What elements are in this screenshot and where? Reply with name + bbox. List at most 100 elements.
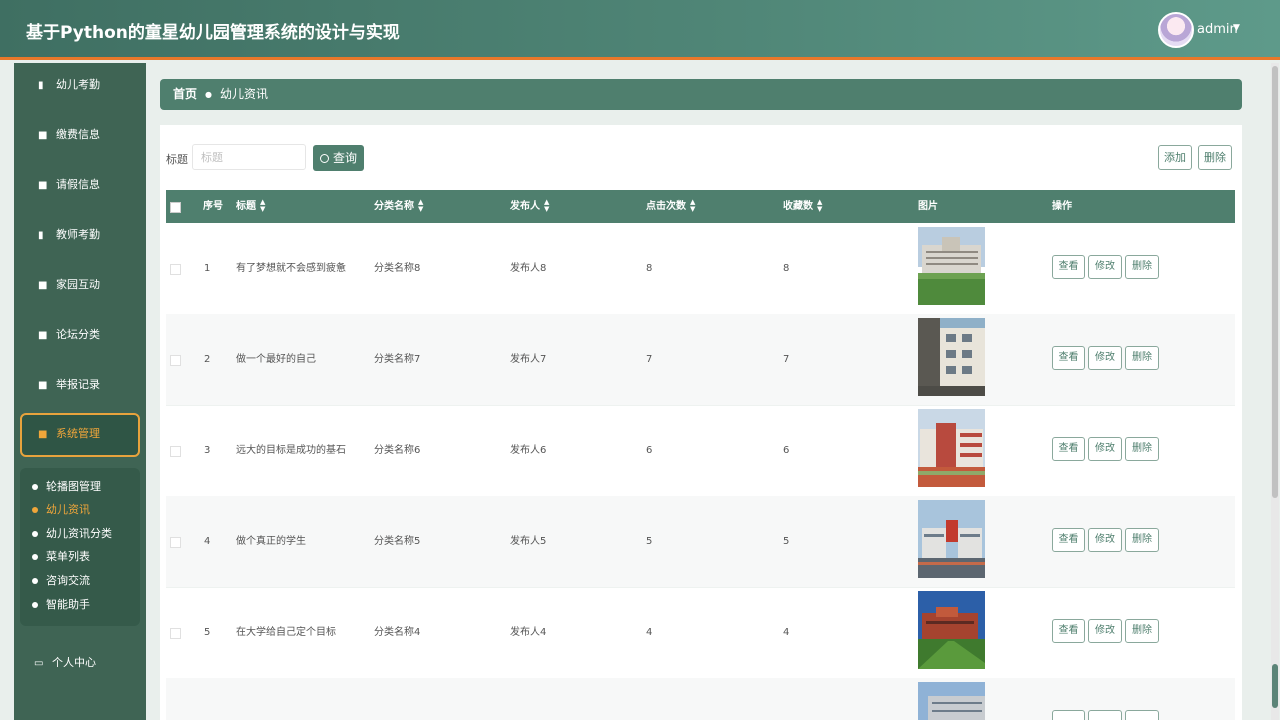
submenu-item-menu-list[interactable]: 菜单列表: [32, 547, 90, 567]
breadcrumb-home[interactable]: 首页: [173, 87, 197, 101]
submenu-item-news-category[interactable]: 幼儿资讯分类: [32, 524, 112, 544]
sidebar-item-forum-category[interactable]: ■ 论坛分类: [20, 315, 140, 355]
add-button[interactable]: 添加: [1158, 145, 1192, 170]
view-button[interactable]: 查看: [1052, 437, 1085, 461]
submenu-item-carousel[interactable]: 轮播图管理: [32, 477, 101, 497]
scroll-to-top-handle[interactable]: [1272, 664, 1278, 708]
submenu-label: 幼儿资讯分类: [46, 527, 112, 540]
submenu-label: 智能助手: [46, 598, 90, 611]
edit-button[interactable]: 修改: [1088, 255, 1122, 279]
cell-no: 4: [204, 536, 211, 547]
sidebar-item-home-school[interactable]: ■ 家园互动: [20, 265, 140, 305]
sidebar-item-leave[interactable]: ■ 请假信息: [20, 165, 140, 205]
sidebar-item-label: 请假信息: [56, 178, 100, 191]
cell-publisher: 发布人8: [510, 263, 547, 274]
chevron-down-icon[interactable]: ▼: [1233, 23, 1240, 33]
dot-icon: [32, 484, 38, 490]
news-thumbnail[interactable]: [918, 318, 985, 396]
search-button[interactable]: 查询: [313, 145, 364, 171]
scrollbar-thumb[interactable]: [1272, 66, 1278, 498]
sidebar-item-payment[interactable]: ■ 缴费信息: [20, 115, 140, 155]
table-row: 2 做一个最好的自己 分类名称7 发布人7 7 7 查看 修改 删除: [166, 314, 1235, 406]
view-button[interactable]: 查看: [1052, 255, 1085, 279]
grid-icon: ■: [38, 429, 48, 440]
delete-button[interactable]: 删除: [1125, 619, 1159, 643]
delete-button[interactable]: 删除: [1125, 437, 1159, 461]
sidebar-item-label: 论坛分类: [56, 328, 100, 341]
search-label: 标题: [166, 153, 188, 166]
sidebar-item-personal[interactable]: ▭ 个人中心: [20, 643, 140, 683]
col-header-favorites[interactable]: 收藏数 ▲ ▼: [783, 190, 822, 223]
col-header-title[interactable]: 标题 ▲ ▼: [236, 190, 265, 223]
book-icon: ▮: [38, 230, 44, 241]
view-button[interactable]: [1052, 710, 1085, 720]
cell-favorites: 4: [783, 627, 790, 638]
edit-button[interactable]: 修改: [1088, 619, 1122, 643]
news-thumbnail[interactable]: [918, 591, 985, 669]
book-icon: ▮: [38, 80, 44, 91]
breadcrumb: 首页 ● 幼儿资讯: [160, 79, 1242, 110]
row-checkbox[interactable]: [170, 537, 181, 548]
row-checkbox[interactable]: [170, 355, 181, 366]
user-avatar[interactable]: [1158, 12, 1194, 48]
sort-icon[interactable]: ▲ ▼: [260, 199, 265, 213]
row-checkbox[interactable]: [170, 446, 181, 457]
col-header-clicks[interactable]: 点击次数 ▲ ▼: [646, 190, 695, 223]
delete-button[interactable]: 删除: [1125, 255, 1159, 279]
news-thumbnail[interactable]: [918, 500, 985, 578]
cell-favorites: 8: [783, 263, 790, 274]
grid-icon: ■: [38, 180, 48, 191]
search-icon: [319, 154, 329, 163]
sort-icon[interactable]: ▲ ▼: [544, 199, 549, 213]
breadcrumb-current: 幼儿资讯: [220, 87, 269, 101]
col-header-category[interactable]: 分类名称 ▲ ▼: [374, 190, 423, 223]
submenu-label: 咨询交流: [46, 574, 90, 587]
batch-delete-button[interactable]: 删除: [1198, 145, 1232, 170]
submenu-item-consult[interactable]: 咨询交流: [32, 571, 90, 591]
dot-separator-icon: ●: [205, 90, 212, 99]
cell-clicks: 7: [646, 354, 653, 365]
news-thumbnail[interactable]: [918, 682, 985, 720]
row-checkbox[interactable]: [170, 264, 181, 275]
delete-button[interactable]: [1125, 710, 1159, 720]
cell-title: 远大的目标是成功的基石: [236, 445, 346, 456]
calendar-icon: ▭: [34, 658, 44, 669]
col-header-publisher[interactable]: 发布人 ▲ ▼: [510, 190, 549, 223]
sort-icon[interactable]: ▲ ▼: [817, 199, 822, 213]
sidebar-item-system[interactable]: ■ 系统管理: [20, 413, 140, 457]
cell-title: 做个真正的学生: [236, 536, 306, 547]
sidebar-item-label: 教师考勤: [56, 228, 100, 241]
dot-icon: [32, 554, 38, 560]
delete-button[interactable]: 删除: [1125, 346, 1159, 370]
sidebar-item-teacher-attendance[interactable]: ▮ 教师考勤: [20, 215, 140, 255]
cell-category: 分类名称7: [374, 354, 421, 365]
cell-no: 1: [204, 263, 211, 274]
search-input[interactable]: [192, 144, 306, 170]
sidebar-item-child-attendance[interactable]: ▮ 幼儿考勤: [20, 65, 140, 105]
edit-button[interactable]: 修改: [1088, 346, 1122, 370]
edit-button[interactable]: [1088, 710, 1122, 720]
sidebar-item-reports[interactable]: ■ 举报记录: [20, 365, 140, 405]
view-button[interactable]: 查看: [1052, 346, 1085, 370]
cell-publisher: 发布人4: [510, 627, 547, 638]
grid-icon: ■: [38, 330, 48, 341]
grid-icon: ■: [38, 130, 48, 141]
news-thumbnail[interactable]: [918, 227, 985, 305]
view-button[interactable]: 查看: [1052, 528, 1085, 552]
view-button[interactable]: 查看: [1052, 619, 1085, 643]
edit-button[interactable]: 修改: [1088, 437, 1122, 461]
sort-icon[interactable]: ▲ ▼: [690, 199, 695, 213]
edit-button[interactable]: 修改: [1088, 528, 1122, 552]
user-name[interactable]: admin: [1197, 22, 1238, 37]
delete-button[interactable]: 删除: [1125, 528, 1159, 552]
submenu-item-news[interactable]: 幼儿资讯: [32, 500, 90, 520]
table-row: 5 在大学给自己定个目标 分类名称4 发布人4 4 4 查看 修改 删除: [166, 587, 1235, 679]
sort-icon[interactable]: ▲ ▼: [418, 199, 423, 213]
search-button-label: 查询: [332, 151, 357, 165]
submenu-item-assistant[interactable]: 智能助手: [32, 595, 90, 615]
row-checkbox[interactable]: [170, 628, 181, 639]
news-thumbnail[interactable]: [918, 409, 985, 487]
table-row: [166, 678, 1235, 720]
app-title: 基于Python的童星幼儿园管理系统的设计与实现: [26, 23, 400, 43]
select-all-checkbox[interactable]: [170, 202, 181, 213]
